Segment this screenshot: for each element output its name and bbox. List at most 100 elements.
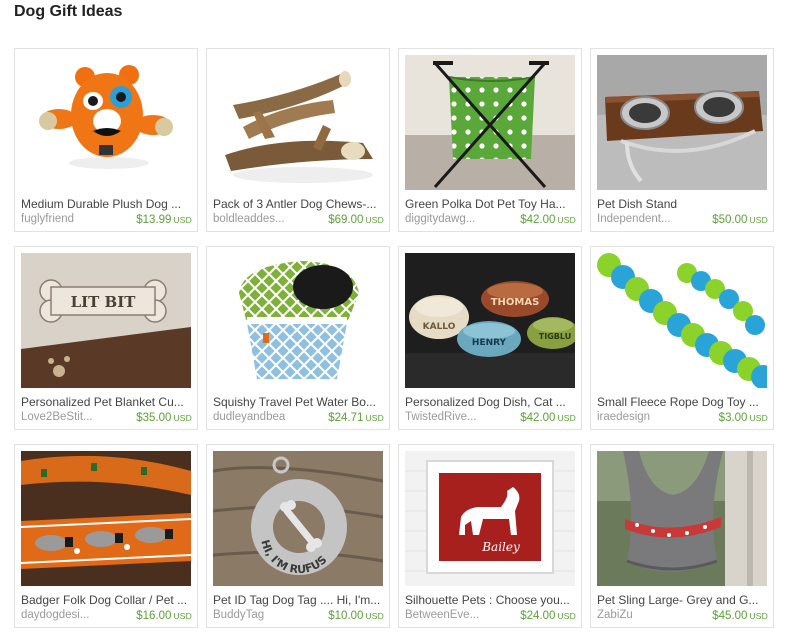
item-title[interactable]: Personalized Pet Blanket Cu...: [21, 395, 193, 409]
product-card[interactable]: HI, I'M RUFUS Pet ID Tag Dog Tag .... Hi…: [206, 444, 390, 628]
shop-name[interactable]: ZabiZu: [597, 609, 693, 621]
price-value: $3.00: [718, 412, 748, 424]
product-card[interactable]: Small Fleece Rope Dog Toy ... iraedesign…: [590, 246, 774, 430]
currency-code: USD: [365, 413, 384, 423]
product-card[interactable]: Pet Sling Large- Grey and G... ZabiZu $4…: [590, 444, 774, 628]
product-image-travel-bowl[interactable]: [213, 253, 383, 388]
item-price: $24.71 USD: [328, 412, 384, 424]
currency-code: USD: [749, 215, 768, 225]
product-card[interactable]: Squishy Travel Pet Water Bo... dudleyand…: [206, 246, 390, 430]
shop-name[interactable]: BetweenEve...: [405, 609, 501, 621]
travel-bowl-photo: [213, 253, 383, 388]
item-price: $13.99 USD: [136, 214, 192, 226]
item-price: $42.00 USD: [520, 412, 576, 424]
currency-code: USD: [749, 611, 768, 621]
item-title[interactable]: Pet Sling Large- Grey and G...: [597, 593, 769, 607]
shop-name[interactable]: Love2BeStit...: [21, 411, 117, 423]
dish-label-1: KALLO: [423, 322, 456, 332]
shop-name[interactable]: dudleyandbea: [213, 411, 309, 423]
item-title[interactable]: Pet Dish Stand: [597, 197, 769, 211]
ceramic-dishes-photo: KALLO THOMAS HENRY TIGBLU: [405, 253, 575, 388]
product-card[interactable]: KALLO THOMAS HENRY TIGBLU Personalized D…: [398, 246, 582, 430]
item-price: $10.00 USD: [328, 610, 384, 622]
shop-name[interactable]: iraedesign: [597, 411, 693, 423]
item-title[interactable]: Silhouette Pets : Choose you...: [405, 593, 577, 607]
product-image-polka-dot-hamper[interactable]: [405, 55, 575, 190]
price-value: $24.00: [520, 610, 556, 622]
id-tag-photo: HI, I'M RUFUS: [213, 451, 383, 586]
item-title[interactable]: Green Polka Dot Pet Toy Ha...: [405, 197, 577, 211]
currency-code: USD: [173, 611, 192, 621]
shop-name[interactable]: boldleaddes...: [213, 213, 309, 225]
blanket-embroidery-text: LIT BIT: [71, 293, 137, 311]
item-title[interactable]: Personalized Dog Dish, Cat ...: [405, 395, 577, 409]
price-value: $16.00: [136, 610, 172, 622]
item-grid: Medium Durable Plush Dog ... fuglyfriend…: [14, 48, 774, 628]
currency-code: USD: [365, 215, 384, 225]
item-price: $16.00 USD: [136, 610, 192, 622]
dish-label-4: TIGBLU: [539, 332, 571, 341]
item-title[interactable]: Small Fleece Rope Dog Toy ...: [597, 395, 769, 409]
price-value: $45.00: [712, 610, 748, 622]
item-title[interactable]: Medium Durable Plush Dog ...: [21, 197, 193, 211]
product-card[interactable]: Pack of 3 Antler Dog Chews-... boldleadd…: [206, 48, 390, 232]
currency-code: USD: [557, 215, 576, 225]
item-title[interactable]: Squishy Travel Pet Water Bo...: [213, 395, 385, 409]
price-value: $10.00: [328, 610, 364, 622]
product-image-fleece-rope[interactable]: [597, 253, 767, 388]
gift-list-page: Dog Gift Ideas Medium Durable Plush Dog …: [0, 0, 795, 637]
product-card[interactable]: LIT BIT Personalized Pet Blanket Cu... L…: [14, 246, 198, 430]
embroidered-blanket-photo: LIT BIT: [21, 253, 191, 388]
shop-name[interactable]: fuglyfriend: [21, 213, 117, 225]
product-image-pet-sling[interactable]: [597, 451, 767, 586]
product-image-badger-collar[interactable]: [21, 451, 191, 586]
product-image-plush-toy[interactable]: [21, 55, 191, 190]
currency-code: USD: [557, 611, 576, 621]
product-image-embroidered-blanket[interactable]: LIT BIT: [21, 253, 191, 388]
currency-code: USD: [749, 413, 768, 423]
item-price: $50.00 USD: [712, 214, 768, 226]
print-name-text: Bailey: [481, 540, 520, 554]
shop-name[interactable]: Independent...: [597, 213, 693, 225]
item-price: $24.00 USD: [520, 610, 576, 622]
price-value: $13.99: [136, 214, 172, 226]
currency-code: USD: [173, 413, 192, 423]
product-image-antler-chews[interactable]: [213, 55, 383, 190]
currency-code: USD: [173, 215, 192, 225]
price-value: $50.00: [712, 214, 748, 226]
product-card[interactable]: Green Polka Dot Pet Toy Ha... diggitydaw…: [398, 48, 582, 232]
dish-label-3: HENRY: [472, 338, 507, 348]
item-price: $3.00 USD: [719, 412, 768, 424]
shop-name[interactable]: diggitydawg...: [405, 213, 501, 225]
item-price: $69.00 USD: [328, 214, 384, 226]
polka-dot-hamper-photo: [405, 55, 575, 190]
currency-code: USD: [557, 413, 576, 423]
silhouette-print-photo: Bailey: [405, 451, 575, 586]
product-card[interactable]: Badger Folk Dog Collar / Pet ... daydogd…: [14, 444, 198, 628]
item-price: $35.00 USD: [136, 412, 192, 424]
product-image-silhouette-print[interactable]: Bailey: [405, 451, 575, 586]
item-title[interactable]: Pack of 3 Antler Dog Chews-...: [213, 197, 385, 211]
item-price: $45.00 USD: [712, 610, 768, 622]
plush-toy-photo: [21, 55, 191, 190]
fleece-rope-photo: [597, 253, 767, 388]
product-card[interactable]: Medium Durable Plush Dog ... fuglyfriend…: [14, 48, 198, 232]
product-image-id-tag[interactable]: HI, I'M RUFUS: [213, 451, 383, 586]
product-image-dish-stand[interactable]: [597, 55, 767, 190]
price-value: $69.00: [328, 214, 364, 226]
badger-collar-photo: [21, 451, 191, 586]
price-value: $24.71: [328, 412, 364, 424]
currency-code: USD: [365, 611, 384, 621]
shop-name[interactable]: BuddyTag: [213, 609, 309, 621]
price-value: $42.00: [520, 214, 556, 226]
antler-chews-photo: [213, 55, 383, 190]
page-title: Dog Gift Ideas: [14, 3, 123, 20]
shop-name[interactable]: daydogdesi...: [21, 609, 117, 621]
price-value: $42.00: [520, 412, 556, 424]
item-title[interactable]: Pet ID Tag Dog Tag .... Hi, I'm...: [213, 593, 385, 607]
product-image-ceramic-dishes[interactable]: KALLO THOMAS HENRY TIGBLU: [405, 253, 575, 388]
product-card[interactable]: Bailey Silhouette Pets : Choose you... B…: [398, 444, 582, 628]
item-title[interactable]: Badger Folk Dog Collar / Pet ...: [21, 593, 193, 607]
product-card[interactable]: Pet Dish Stand Independent... $50.00 USD: [590, 48, 774, 232]
shop-name[interactable]: TwistedRive...: [405, 411, 501, 423]
